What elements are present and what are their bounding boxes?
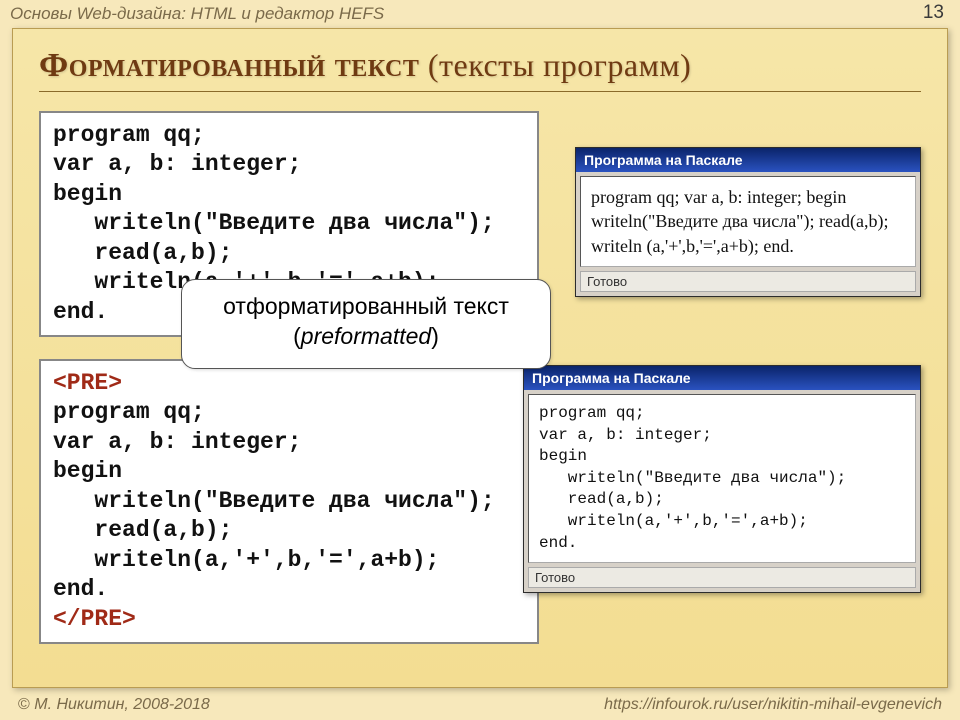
footer-author: М. Никитин, 2008-2018 xyxy=(18,696,210,714)
browser-content-pre: program qq; var a, b: integer; begin wri… xyxy=(528,394,916,563)
pre-close-tag: </PRE> xyxy=(53,606,136,632)
footer: М. Никитин, 2008-2018 https://infourok.r… xyxy=(18,696,942,714)
footer-url: https://infourok.ru/user/nikitin-mihail-… xyxy=(604,696,942,714)
slide-body: Форматированный текст (тексты программ) … xyxy=(12,28,948,688)
browser-statusbar: Готово xyxy=(580,271,916,292)
pre-open-tag: <PRE> xyxy=(53,370,122,396)
browser-titlebar: Программа на Паскале xyxy=(576,148,920,172)
pre-body: program qq; var a, b: integer; begin wri… xyxy=(53,399,495,602)
browser-content-flow: program qq; var a, b: integer; begin wri… xyxy=(580,176,916,267)
callout-bubble: отформатированный текст (preformatted) xyxy=(181,279,551,369)
title-sub: (тексты программ) xyxy=(428,47,691,83)
code-box-pre: <PRE> program qq; var a, b: integer; beg… xyxy=(39,359,539,644)
callout-line2: (preformatted) xyxy=(200,322,532,352)
browser-titlebar: Программа на Паскале xyxy=(524,366,920,390)
callout-line1: отформатированный текст xyxy=(200,292,532,322)
browser-window-preformatted: Программа на Паскале program qq; var a, … xyxy=(523,365,921,593)
browser-statusbar: Готово xyxy=(528,567,916,588)
browser-window-unformatted: Программа на Паскале program qq; var a, … xyxy=(575,147,921,297)
title-main: Форматированный текст xyxy=(39,47,419,84)
header-breadcrumb: Основы Web-дизайна: HTML и редактор HEFS xyxy=(10,4,384,24)
slide-title: Форматированный текст (тексты программ) xyxy=(39,47,921,85)
title-divider xyxy=(39,91,921,92)
page-number: 13 xyxy=(923,2,944,24)
